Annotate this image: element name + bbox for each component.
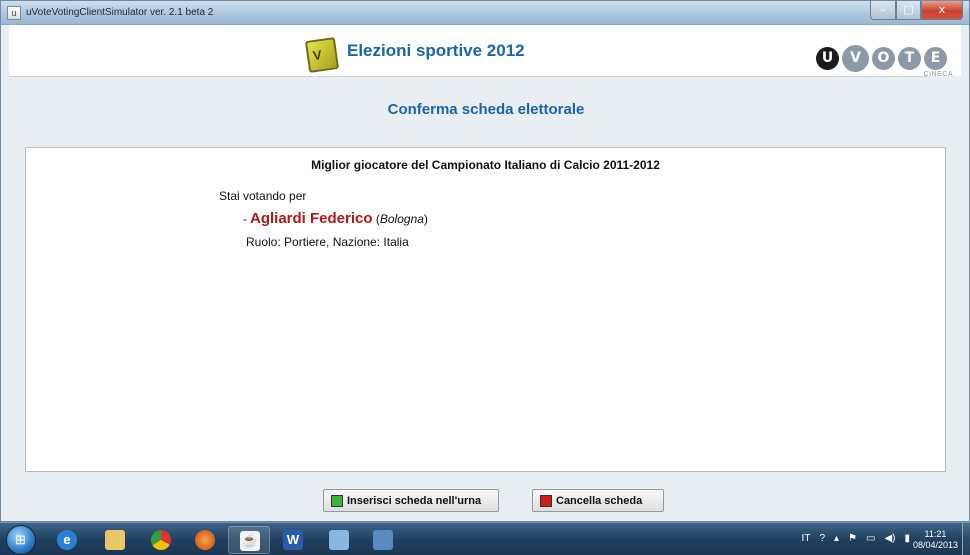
cancel-ballot-button[interactable]: Cancella scheda [532, 489, 664, 512]
network-icon[interactable]: ▭ [866, 533, 875, 544]
taskbar-clock[interactable]: 11:21 08/04/2013 [913, 529, 958, 551]
voting-for-label: Stai votando per [219, 189, 307, 203]
system-tray: IT ? ▴ ⚑ ▭ ◀) ▮ [802, 533, 910, 544]
taskbar-file-explorer[interactable] [94, 526, 136, 554]
window-titlebar[interactable]: u uVoteVotingClientSimulator ver. 2.1 be… [1, 1, 969, 25]
cancel-ballot-label: Cancella scheda [556, 494, 643, 507]
close-button[interactable]: x [921, 1, 963, 20]
app-title: Elezioni sportive 2012 [347, 41, 525, 60]
volume-icon[interactable]: ◀) [884, 533, 895, 544]
team-close-paren: ) [423, 212, 428, 226]
minimize-button[interactable]: – [870, 1, 896, 20]
red-square-icon [540, 494, 552, 507]
uvote-brand-logo: U V O T E [816, 45, 947, 72]
start-button[interactable]: ⊞ [6, 525, 36, 555]
app-icon: u [7, 6, 21, 20]
insert-ballot-button[interactable]: Inserisci scheda nell'urna [323, 489, 499, 512]
monitor-icon [373, 530, 393, 550]
taskbar-chrome[interactable] [140, 526, 182, 554]
show-hidden-icons-icon[interactable]: ▴ [834, 533, 839, 544]
selected-candidate: - Agliardi Federico (Bologna) [243, 210, 428, 227]
java-icon: ☕ [240, 531, 260, 551]
window-title: uVoteVotingClientSimulator ver. 2.1 beta… [26, 7, 214, 18]
brand-letter-t: T [898, 47, 921, 70]
app-window: u uVoteVotingClientSimulator ver. 2.1 be… [0, 0, 970, 522]
candidate-team: Bologna [379, 212, 424, 226]
page-title: Conferma scheda elettorale [387, 101, 585, 118]
chrome-icon [151, 530, 171, 550]
taskbar-firefox[interactable] [184, 526, 226, 554]
flag-icon[interactable]: ⚑ [848, 533, 857, 544]
taskbar-java-app[interactable]: ☕ [228, 526, 270, 554]
internet-explorer-icon: e [57, 530, 77, 550]
folder-icon [105, 530, 125, 550]
firefox-icon [195, 530, 215, 550]
candidate-name: Agliardi Federico [250, 210, 373, 227]
maximize-button[interactable]: □ [896, 1, 921, 20]
election-logo-icon: V [304, 37, 340, 73]
brand-letter-o: O [872, 47, 895, 70]
header-divider [9, 76, 927, 77]
language-indicator[interactable]: IT [802, 533, 811, 544]
brand-letter-u: U [816, 47, 839, 70]
logo-letter: V [311, 47, 323, 64]
candidate-role-nationality: Ruolo: Portiere, Nazione: Italia [246, 235, 409, 249]
taskbar-word[interactable]: W [272, 526, 314, 554]
app-header: V Elezioni sportive 2012 U V O T E [9, 25, 961, 76]
show-desktop-button[interactable] [962, 523, 970, 555]
green-square-icon [331, 494, 343, 507]
windows-logo-icon: ⊞ [15, 532, 26, 547]
brand-letter-v: V [842, 45, 869, 72]
ballot-panel: Miglior giocatore del Campionato Italian… [25, 147, 946, 472]
paint-icon [329, 530, 349, 550]
brand-letter-e: E [924, 47, 947, 70]
taskbar-internet-explorer[interactable]: e [46, 526, 88, 554]
windows-taskbar: ⊞ e ☕ W IT ? ▴ ⚑ ▭ ◀) ▮ 11:21 08/04/2013 [0, 522, 970, 555]
insert-ballot-label: Inserisci scheda nell'urna [347, 494, 482, 507]
candidate-dash: - [243, 212, 247, 226]
taskbar-monitor[interactable] [362, 526, 404, 554]
brand-subtitle: CINECA [923, 71, 953, 78]
taskbar-paint[interactable] [318, 526, 360, 554]
ballot-question: Miglior giocatore del Campionato Italian… [311, 158, 660, 172]
help-icon[interactable]: ? [819, 533, 825, 544]
power-icon[interactable]: ▮ [904, 533, 910, 544]
clock-time: 11:21 [924, 529, 947, 539]
clock-date: 08/04/2013 [912, 540, 958, 550]
word-icon: W [283, 530, 303, 550]
